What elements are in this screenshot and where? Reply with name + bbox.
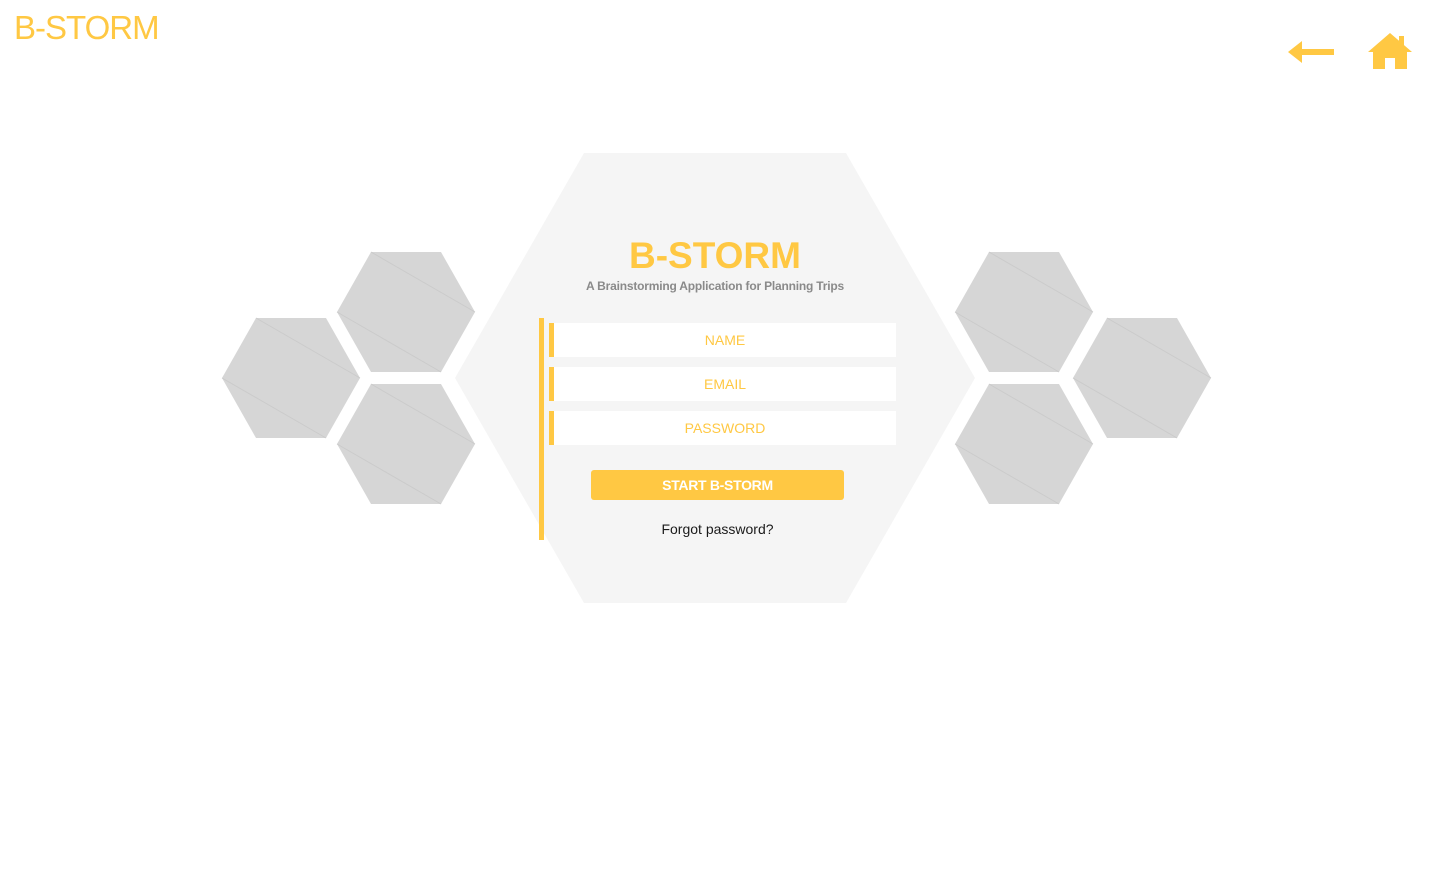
right-hexagon-outer [1073,318,1211,438]
form-accent-rail [539,318,544,540]
forgot-password-link[interactable]: Forgot password? [591,521,844,537]
right-hexagon-top [955,252,1093,372]
left-hexagon-bottom [337,384,475,504]
start-bstorm-button[interactable]: START B-STORM [591,470,844,500]
right-hexagon-bottom [955,384,1093,504]
name-input[interactable] [549,323,896,357]
login-page: B-STORM B-STORM A Brainstorming Applicat… [0,0,1435,895]
left-hexagon-cluster [221,251,476,505]
home-icon [1368,33,1412,69]
hero-subtitle: A Brainstorming Application for Planning… [586,279,844,293]
hexagon-background [221,153,1212,603]
right-hexagon-cluster [954,251,1212,505]
brand-logo[interactable]: B-STORM [14,10,160,46]
back-button[interactable] [1284,32,1340,72]
password-input[interactable] [549,411,896,445]
email-input[interactable] [549,367,896,401]
home-button[interactable] [1366,30,1414,74]
arrow-left-icon [1288,41,1334,63]
hero-title: B-STORM [629,235,801,276]
left-hexagon-outer [222,318,360,438]
